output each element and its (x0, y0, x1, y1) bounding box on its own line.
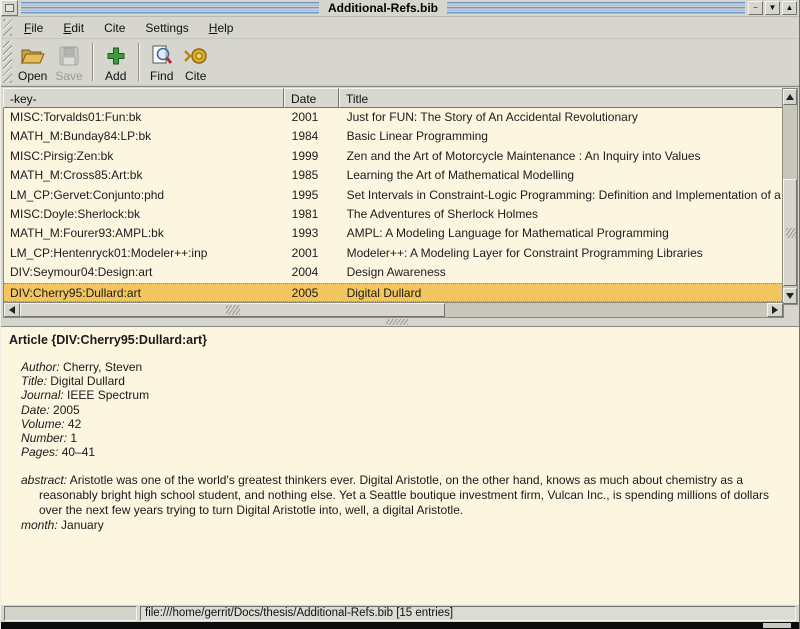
add-plus-icon (106, 43, 126, 69)
menubar-drag-handle[interactable] (3, 19, 12, 36)
cite-label: Cite (185, 69, 206, 83)
save-floppy-icon (58, 43, 80, 69)
menu-edit[interactable]: Edit (53, 18, 94, 38)
add-label: Add (105, 69, 126, 83)
statusbar-text: file:///home/gerrit/Docs/thesis/Addition… (140, 606, 796, 621)
table-row[interactable]: MISC:Pirsig:Zen:bk 1999 Zen and the Art … (4, 147, 784, 166)
table-header: -key- Date Title (3, 88, 784, 108)
menu-settings[interactable]: Settings (135, 18, 198, 38)
cite-icon (183, 43, 209, 69)
menu-cite[interactable]: Cite (94, 18, 135, 38)
table-row[interactable]: LM_CP:Gervet:Conjunto:phd 1995 Set Inter… (4, 186, 784, 205)
find-label: Find (150, 69, 173, 83)
reference-table: -key- Date Title MISC:Torvalds01:Fun:bk … (1, 86, 799, 318)
field-date: Date: 2005 (21, 403, 791, 417)
window-title: Additional-Refs.bib (322, 0, 444, 16)
horizontal-scrollbar[interactable] (3, 302, 784, 318)
maximize-button[interactable]: ▲ (782, 1, 797, 15)
menu-help[interactable]: Help (199, 18, 244, 38)
toolbar-drag-handle[interactable] (3, 41, 12, 83)
table-row-selected[interactable]: DIV:Cherry95:Dullard:art 2005 Digital Du… (4, 283, 784, 302)
titlebar-stripes-right[interactable] (447, 2, 745, 14)
pane-separator-grip[interactable] (386, 319, 408, 325)
app-window: Additional-Refs.bib − ▼ ▲ File Edit Cite… (0, 0, 800, 629)
column-header-key[interactable]: -key- (3, 88, 284, 108)
table-row[interactable]: MISC:Torvalds01:Fun:bk 2001 Just for FUN… (4, 108, 784, 127)
titlebar-stripes-left[interactable] (21, 2, 319, 14)
field-pages: Pages: 40–41 (21, 445, 791, 459)
scroll-left-icon[interactable] (4, 303, 20, 317)
save-label: Save (55, 69, 82, 83)
vertical-scrollbar[interactable] (782, 88, 798, 305)
menubar: File Edit Cite Settings Help (1, 17, 799, 39)
field-number: Number: 1 (21, 431, 791, 445)
window-controls: − ▼ ▲ (748, 0, 799, 16)
statusbar: file:///home/gerrit/Docs/thesis/Addition… (1, 604, 799, 622)
table-row[interactable]: MATH_M:Fourer93:AMPL:bk 1993 AMPL: A Mod… (4, 224, 784, 243)
table-row[interactable]: MATH_M:Bunday84:LP:bk 1984 Basic Linear … (4, 127, 784, 146)
vertical-scrollbar-thumb[interactable] (783, 179, 797, 286)
table-row[interactable]: MATH_M:Cross85:Art:bk 1985 Learning the … (4, 166, 784, 185)
field-month: month: January (21, 518, 791, 533)
pane-separator[interactable] (1, 318, 799, 326)
field-abstract: abstract: Aristotle was one of the world… (21, 473, 777, 517)
shade-button[interactable]: ▼ (765, 1, 780, 15)
desktop-strip (1, 622, 799, 629)
open-folder-icon (20, 43, 46, 69)
menu-file[interactable]: File (14, 18, 53, 38)
add-button[interactable]: Add (99, 40, 133, 84)
horizontal-scrollbar-thumb[interactable] (20, 303, 445, 317)
entry-detail-pane: Article {DIV:Cherry95:Dullard:art} Autho… (1, 326, 799, 604)
table-row[interactable]: LM_CP:Hentenryck01:Modeler++:inp 2001 Mo… (4, 244, 784, 263)
window-menu-icon (5, 4, 14, 12)
toolbar: Open Save Add (1, 39, 799, 86)
field-volume: Volume: 42 (21, 417, 791, 431)
field-author: Author: Cherry, Steven (21, 360, 791, 374)
window-menu-button[interactable] (1, 0, 18, 16)
toolbar-separator (92, 43, 94, 81)
cite-button[interactable]: Cite (179, 40, 213, 84)
toolbar-separator (138, 43, 140, 81)
statusbar-progress-box (4, 606, 137, 621)
taskbar-stub (763, 623, 791, 628)
field-title: Title: Digital Dullard (21, 374, 791, 388)
scroll-down-icon[interactable] (783, 288, 797, 304)
open-button[interactable]: Open (14, 40, 51, 84)
field-journal: Journal: IEEE Spectrum (21, 388, 791, 402)
column-header-title[interactable]: Title (339, 88, 784, 108)
entry-header: Article {DIV:Cherry95:Dullard:art} (9, 333, 791, 347)
minimize-button[interactable]: − (748, 1, 763, 15)
table-body: MISC:Torvalds01:Fun:bk 2001 Just for FUN… (3, 108, 784, 302)
table-row[interactable]: DIV:Seymour04:Design:art 2004 Design Awa… (4, 263, 784, 282)
find-button[interactable]: Find (145, 40, 179, 84)
save-button[interactable]: Save (51, 40, 86, 84)
column-header-date[interactable]: Date (284, 88, 339, 108)
scroll-right-icon[interactable] (767, 303, 783, 317)
scroll-up-icon[interactable] (783, 89, 797, 105)
find-magnifier-icon (150, 43, 174, 69)
open-label: Open (18, 69, 47, 83)
titlebar: Additional-Refs.bib − ▼ ▲ (1, 0, 799, 17)
entry-fields: Author: Cherry, Steven Title: Digital Du… (21, 360, 791, 459)
table-row[interactable]: MISC:Doyle:Sherlock:bk 1981 The Adventur… (4, 205, 784, 224)
